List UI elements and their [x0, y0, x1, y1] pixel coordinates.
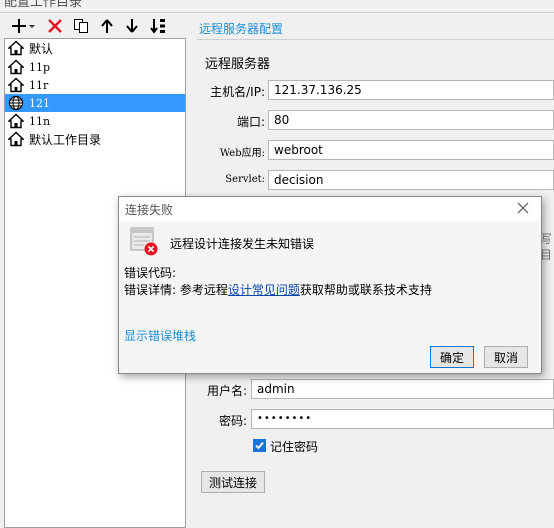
close-button[interactable]: [515, 200, 531, 216]
section-title: 远程服务器配置: [199, 22, 284, 36]
show-stack-link[interactable]: 显示错误堆栈: [124, 327, 196, 344]
section-divider: [197, 39, 554, 40]
webapp-label: Web应用:: [219, 148, 265, 159]
remember-password-checkbox[interactable]: [253, 439, 266, 452]
add-button[interactable]: [8, 15, 38, 37]
move-up-button[interactable]: [96, 15, 118, 37]
tree-item-label: 11n: [29, 114, 51, 128]
globe-icon: [7, 94, 25, 112]
tree-item-121[interactable]: 121: [5, 94, 185, 112]
dialog-titlebar: 连接失败: [119, 197, 541, 221]
connection-failed-dialog: 连接失败 远程设计连接发生未知错误 错误代码: 错误详情: 参考远程设计常见问题…: [118, 196, 542, 374]
home-icon: [7, 58, 25, 76]
error-code-label: 错误代码:: [124, 266, 177, 280]
remember-password-label: 记住密码: [270, 440, 319, 454]
tree-item-11p[interactable]: 11p: [5, 58, 185, 76]
group-title: 远程服务器: [205, 57, 271, 72]
home-icon: [7, 112, 25, 130]
copy-icon: [74, 19, 88, 33]
username-input[interactable]: admin: [251, 379, 554, 399]
sort-button[interactable]: [147, 15, 169, 37]
error-detail-prefix: 错误详情: 参考远程: [124, 283, 228, 297]
copy-button[interactable]: [70, 15, 92, 37]
error-icon: [130, 227, 158, 256]
delete-icon: [48, 19, 62, 33]
home-icon: [7, 76, 25, 94]
tree-item-default[interactable]: 默认: [5, 39, 185, 57]
move-up-icon: [101, 19, 113, 33]
servlet-label: Servlet:: [225, 174, 265, 185]
error-detail: 错误详情: 参考远程设计常见问题获取帮助或联系技术支持: [124, 281, 432, 298]
move-down-button[interactable]: [121, 15, 143, 37]
delete-button[interactable]: [44, 15, 66, 37]
port-input[interactable]: 80: [268, 110, 554, 130]
cancel-button[interactable]: 取消: [484, 346, 528, 368]
window-title: 配置工作目录: [4, 0, 83, 10]
add-icon: [12, 19, 35, 33]
username-label: 用户名:: [206, 384, 247, 398]
ok-button[interactable]: 确定: [430, 346, 474, 368]
tree-item-default-workspace[interactable]: 默认工作目录: [5, 130, 185, 148]
error-message: 远程设计连接发生未知错误: [170, 237, 315, 251]
tree-item-label: 121: [29, 96, 50, 110]
tree-item-label: 11p: [29, 60, 51, 74]
move-down-icon: [126, 19, 138, 33]
webapp-input[interactable]: webroot: [268, 140, 554, 160]
test-connection-button[interactable]: 测试连接: [201, 471, 265, 493]
password-input[interactable]: ••••••••: [251, 409, 554, 429]
workspace-toolbar: [0, 13, 192, 39]
tree-item-label: 11r: [29, 78, 49, 92]
dialog-body: 远程设计连接发生未知错误 错误代码: 错误详情: 参考远程设计常见问题获取帮助或…: [119, 221, 541, 373]
home-icon: [7, 39, 25, 57]
port-label: 端口:: [236, 115, 265, 129]
host-label: 主机名/IP:: [210, 85, 265, 99]
home-icon: [7, 130, 25, 148]
servlet-input[interactable]: decision: [268, 170, 554, 190]
close-icon: [517, 202, 529, 214]
tree-item-11r[interactable]: 11r: [5, 76, 185, 94]
sort-icon: [150, 19, 165, 34]
host-input[interactable]: 121.37.136.25: [268, 80, 554, 100]
window-title-bar: 配置工作目录: [0, 0, 554, 13]
password-label: 密码:: [218, 414, 247, 428]
error-detail-suffix: 获取帮助或联系技术支持: [299, 283, 432, 297]
tree-item-11n[interactable]: 11n: [5, 112, 185, 130]
tree-item-label: 默认: [29, 41, 54, 56]
checkmark-icon: [255, 441, 264, 450]
dialog-title: 连接失败: [125, 203, 174, 217]
faq-link[interactable]: 设计常见问题: [228, 283, 300, 297]
tree-item-label: 默认工作目录: [29, 132, 102, 147]
